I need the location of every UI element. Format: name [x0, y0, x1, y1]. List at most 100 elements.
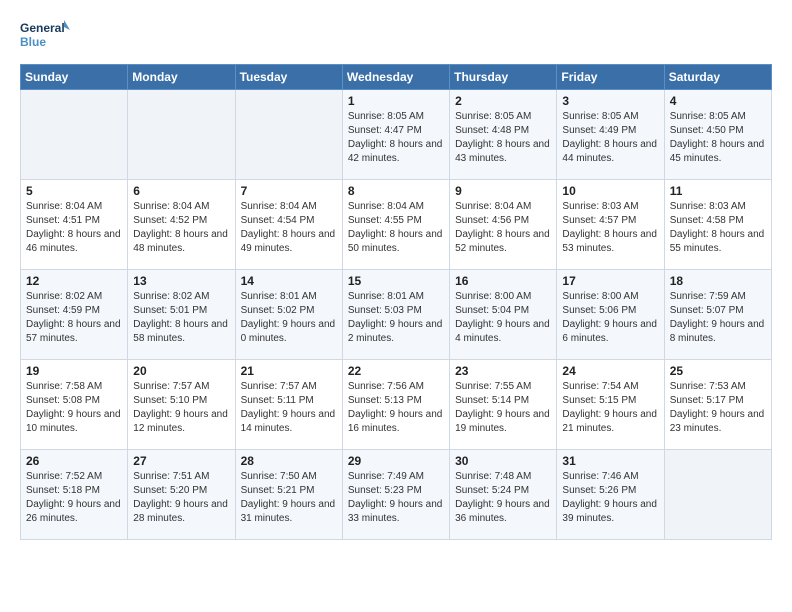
day-info: Sunrise: 7:50 AM Sunset: 5:21 PM Dayligh… — [241, 470, 337, 526]
day-info: Sunrise: 7:56 AM Sunset: 5:13 PM Dayligh… — [348, 380, 444, 436]
day-info: Sunrise: 7:49 AM Sunset: 5:23 PM Dayligh… — [348, 470, 444, 526]
calendar-table: SundayMondayTuesdayWednesdayThursdayFrid… — [20, 64, 772, 540]
day-header-wednesday: Wednesday — [342, 65, 449, 90]
calendar-cell: 1Sunrise: 8:05 AM Sunset: 4:47 PM Daylig… — [342, 90, 449, 180]
day-info: Sunrise: 7:51 AM Sunset: 5:20 PM Dayligh… — [133, 470, 229, 526]
calendar-cell: 22 Sunrise: 7:56 AM Sunset: 5:13 PM Dayli… — [342, 360, 449, 450]
day-header-tuesday: Tuesday — [235, 65, 342, 90]
calendar-cell: 26Sunrise: 7:52 AM Sunset: 5:18 PM Dayli… — [21, 450, 128, 540]
calendar-cell: 3 Sunrise: 8:05 AM Sunset: 4:49 PM Daylig… — [557, 90, 664, 180]
calendar-cell: 18 Sunrise: 7:59 AM Sunset: 5:07 PM Dayli… — [664, 270, 771, 360]
day-info: Sunrise: 7:53 AM Sunset: 5:17 PM Dayligh… — [670, 380, 766, 436]
day-header-sunday: Sunday — [21, 65, 128, 90]
calendar-cell: 8Sunrise: 8:04 AM Sunset: 4:55 PM Daylig… — [342, 180, 449, 270]
day-info: Sunrise: 8:03 AM Sunset: 4:58 PM Dayligh… — [670, 200, 766, 256]
calendar-cell: 20 Sunrise: 7:57 AM Sunset: 5:10 PM Dayli… — [128, 360, 235, 450]
calendar-cell: 2 Sunrise: 8:05 AM Sunset: 4:48 PM Daylig… — [450, 90, 557, 180]
day-number: 9 — [455, 184, 551, 198]
day-number: 14 — [241, 274, 337, 288]
calendar-cell: 10 Sunrise: 8:03 AM Sunset: 4:57 PM Dayli… — [557, 180, 664, 270]
logo: General Blue — [20, 16, 70, 54]
calendar-cell: 14 Sunrise: 8:01 AM Sunset: 5:02 PM Dayli… — [235, 270, 342, 360]
day-number: 2 — [455, 94, 551, 108]
day-number: 12 — [26, 274, 122, 288]
day-info: Sunrise: 8:05 AM Sunset: 4:47 PM Dayligh… — [348, 110, 444, 166]
day-info: Sunrise: 7:54 AM Sunset: 5:15 PM Dayligh… — [562, 380, 658, 436]
calendar-cell: 23Sunrise: 7:55 AM Sunset: 5:14 PM Dayli… — [450, 360, 557, 450]
week-row-3: 12 Sunrise: 8:02 AM Sunset: 4:59 PM Dayli… — [21, 270, 772, 360]
day-info: Sunrise: 7:46 AM Sunset: 5:26 PM Dayligh… — [562, 470, 658, 526]
page: General Blue SundayMondayTuesdayWednesda… — [0, 0, 792, 612]
day-headers: SundayMondayTuesdayWednesdayThursdayFrid… — [21, 65, 772, 90]
day-number: 3 — [562, 94, 658, 108]
day-number: 20 — [133, 364, 229, 378]
day-info: Sunrise: 7:48 AM Sunset: 5:24 PM Dayligh… — [455, 470, 551, 526]
day-info: Sunrise: 8:04 AM Sunset: 4:51 PM Dayligh… — [26, 200, 122, 256]
day-info: Sunrise: 8:05 AM Sunset: 4:49 PM Dayligh… — [562, 110, 658, 166]
calendar-cell: 31 Sunrise: 7:46 AM Sunset: 5:26 PM Dayli… — [557, 450, 664, 540]
day-number: 10 — [562, 184, 658, 198]
day-info: Sunrise: 8:00 AM Sunset: 5:06 PM Dayligh… — [562, 290, 658, 346]
day-number: 13 — [133, 274, 229, 288]
week-row-4: 19Sunrise: 7:58 AM Sunset: 5:08 PM Dayli… — [21, 360, 772, 450]
day-number: 26 — [26, 454, 122, 468]
day-info: Sunrise: 8:04 AM Sunset: 4:54 PM Dayligh… — [241, 200, 337, 256]
day-number: 29 — [348, 454, 444, 468]
day-number: 24 — [562, 364, 658, 378]
day-number: 17 — [562, 274, 658, 288]
day-info: Sunrise: 7:59 AM Sunset: 5:07 PM Dayligh… — [670, 290, 766, 346]
day-info: Sunrise: 8:04 AM Sunset: 4:52 PM Dayligh… — [133, 200, 229, 256]
day-header-saturday: Saturday — [664, 65, 771, 90]
calendar-cell — [664, 450, 771, 540]
day-number: 4 — [670, 94, 766, 108]
day-number: 7 — [241, 184, 337, 198]
calendar-cell: 9 Sunrise: 8:04 AM Sunset: 4:56 PM Daylig… — [450, 180, 557, 270]
day-number: 18 — [670, 274, 766, 288]
day-info: Sunrise: 8:01 AM Sunset: 5:02 PM Dayligh… — [241, 290, 337, 346]
calendar-cell: 29 Sunrise: 7:49 AM Sunset: 5:23 PM Dayli… — [342, 450, 449, 540]
day-info: Sunrise: 7:57 AM Sunset: 5:10 PM Dayligh… — [133, 380, 229, 436]
calendar-cell — [21, 90, 128, 180]
calendar-cell: 15 Sunrise: 8:01 AM Sunset: 5:03 PM Dayli… — [342, 270, 449, 360]
day-info: Sunrise: 8:02 AM Sunset: 5:01 PM Dayligh… — [133, 290, 229, 346]
svg-text:General: General — [20, 21, 65, 35]
calendar-cell: 7 Sunrise: 8:04 AM Sunset: 4:54 PM Daylig… — [235, 180, 342, 270]
calendar-cell — [128, 90, 235, 180]
calendar-cell: 17 Sunrise: 8:00 AM Sunset: 5:06 PM Dayli… — [557, 270, 664, 360]
day-info: Sunrise: 7:57 AM Sunset: 5:11 PM Dayligh… — [241, 380, 337, 436]
day-info: Sunrise: 8:05 AM Sunset: 4:48 PM Dayligh… — [455, 110, 551, 166]
header: General Blue — [20, 16, 772, 54]
day-number: 21 — [241, 364, 337, 378]
day-number: 28 — [241, 454, 337, 468]
calendar-cell: 30Sunrise: 7:48 AM Sunset: 5:24 PM Dayli… — [450, 450, 557, 540]
day-info: Sunrise: 8:05 AM Sunset: 4:50 PM Dayligh… — [670, 110, 766, 166]
day-number: 11 — [670, 184, 766, 198]
calendar-cell: 11 Sunrise: 8:03 AM Sunset: 4:58 PM Dayli… — [664, 180, 771, 270]
day-number: 16 — [455, 274, 551, 288]
calendar-cell: 19Sunrise: 7:58 AM Sunset: 5:08 PM Dayli… — [21, 360, 128, 450]
calendar-cell — [235, 90, 342, 180]
day-number: 6 — [133, 184, 229, 198]
day-info: Sunrise: 8:04 AM Sunset: 4:56 PM Dayligh… — [455, 200, 551, 256]
day-info: Sunrise: 8:01 AM Sunset: 5:03 PM Dayligh… — [348, 290, 444, 346]
calendar-cell: 28 Sunrise: 7:50 AM Sunset: 5:21 PM Dayli… — [235, 450, 342, 540]
day-number: 27 — [133, 454, 229, 468]
calendar-cell: 24 Sunrise: 7:54 AM Sunset: 5:15 PM Dayli… — [557, 360, 664, 450]
calendar-cell: 12 Sunrise: 8:02 AM Sunset: 4:59 PM Dayli… — [21, 270, 128, 360]
day-number: 15 — [348, 274, 444, 288]
day-header-monday: Monday — [128, 65, 235, 90]
calendar-cell: 25 Sunrise: 7:53 AM Sunset: 5:17 PM Dayli… — [664, 360, 771, 450]
day-info: Sunrise: 7:55 AM Sunset: 5:14 PM Dayligh… — [455, 380, 551, 436]
svg-text:Blue: Blue — [20, 35, 46, 49]
calendar-cell: 5Sunrise: 8:04 AM Sunset: 4:51 PM Daylig… — [21, 180, 128, 270]
day-number: 25 — [670, 364, 766, 378]
day-info: Sunrise: 8:02 AM Sunset: 4:59 PM Dayligh… — [26, 290, 122, 346]
calendar-cell: 4 Sunrise: 8:05 AM Sunset: 4:50 PM Daylig… — [664, 90, 771, 180]
calendar-cell: 6 Sunrise: 8:04 AM Sunset: 4:52 PM Daylig… — [128, 180, 235, 270]
logo-svg: General Blue — [20, 16, 70, 54]
calendar-cell: 21 Sunrise: 7:57 AM Sunset: 5:11 PM Dayli… — [235, 360, 342, 450]
day-number: 8 — [348, 184, 444, 198]
day-number: 31 — [562, 454, 658, 468]
day-number: 22 — [348, 364, 444, 378]
day-info: Sunrise: 8:03 AM Sunset: 4:57 PM Dayligh… — [562, 200, 658, 256]
